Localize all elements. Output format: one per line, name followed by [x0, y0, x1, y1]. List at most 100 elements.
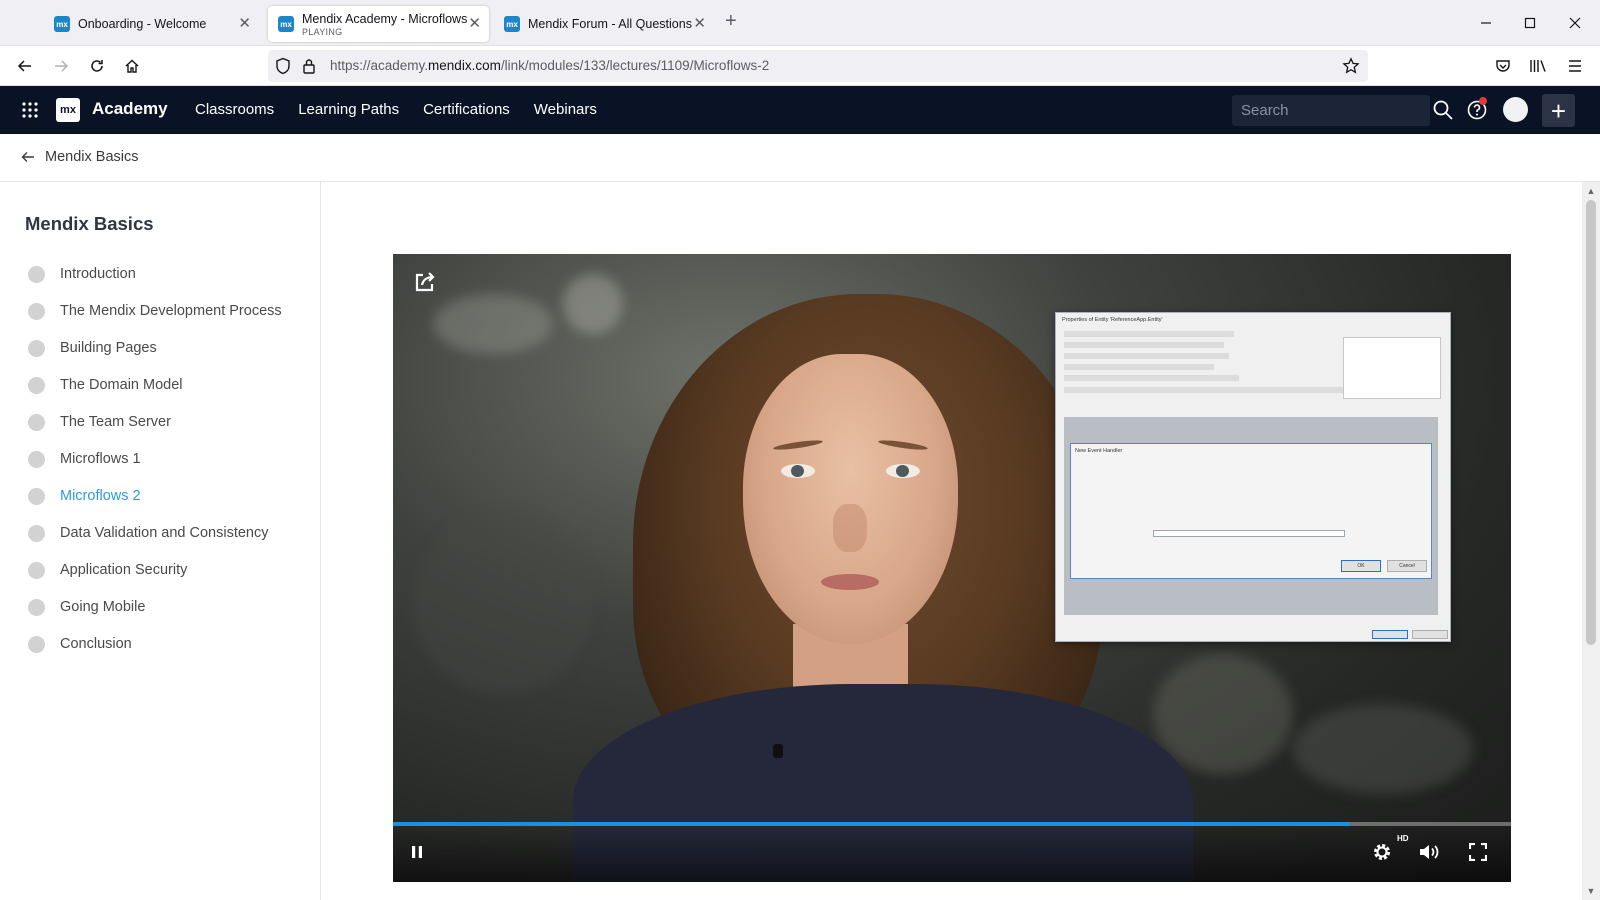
bookmark-star-icon[interactable] [1342, 57, 1360, 80]
course-title: Mendix Basics [25, 213, 154, 234]
pause-button[interactable] [404, 839, 430, 865]
sidebar-item-lesson[interactable]: Data Validation and Consistency [28, 522, 269, 544]
lesson-label: Microflows 1 [60, 451, 141, 467]
close-tab-icon[interactable]: ✕ [468, 16, 481, 32]
presenter-face [743, 354, 958, 644]
sidebar-item-lesson[interactable]: Conclusion [28, 633, 132, 655]
mendix-favicon-icon: mx [504, 16, 520, 32]
lesson-status-icon [28, 487, 45, 505]
reload-icon[interactable] [85, 54, 109, 78]
tab-onboarding[interactable]: mx Onboarding - Welcome ✕ [44, 6, 259, 42]
sidebar-item-lesson[interactable]: The Team Server [28, 411, 171, 433]
back-arrow-icon[interactable] [20, 149, 36, 165]
inset-window-title: Properties of Entity 'ReferenceApp.Entit… [1062, 317, 1163, 323]
app-grid-icon[interactable] [20, 100, 40, 120]
close-window-icon[interactable] [1563, 11, 1587, 35]
brand-name[interactable]: Academy [92, 99, 168, 119]
scroll-down-icon[interactable]: ▼ [1586, 886, 1596, 896]
pocket-icon[interactable] [1491, 54, 1515, 78]
mendix-logo[interactable]: mx [56, 98, 80, 122]
address-bar[interactable]: https://academy.mendix.com/link/modules/… [268, 50, 1368, 82]
tab-mendix-forum[interactable]: mx Mendix Forum - All Questions ✕ [494, 6, 714, 42]
close-tab-icon[interactable]: ✕ [693, 16, 706, 32]
main-nav: Classrooms Learning Paths Certifications… [195, 101, 597, 118]
lapel-mic [773, 744, 783, 758]
lesson-label: Going Mobile [60, 599, 146, 615]
lesson-label: The Team Server [60, 414, 171, 430]
volume-button[interactable] [1417, 839, 1443, 865]
scroll-up-icon[interactable]: ▲ [1586, 186, 1596, 196]
notification-dot [1479, 97, 1487, 105]
lesson-label: Microflows 2 [60, 488, 141, 504]
lesson-status-icon [28, 339, 45, 357]
page-scrollbar[interactable]: ▲ ▼ [1582, 182, 1600, 900]
add-button[interactable]: + [1542, 94, 1575, 127]
academy-header: mx Academy Classrooms Learning Paths Cer… [0, 86, 1600, 134]
lock-icon[interactable] [302, 57, 316, 80]
lesson-status-icon [28, 561, 45, 579]
scrollbar-thumb[interactable] [1586, 200, 1596, 645]
volume-icon [1420, 845, 1439, 859]
browser-tab-bar: mx Onboarding - Welcome ✕ mx Mendix Acad… [0, 0, 1600, 46]
breadcrumb: Mendix Basics [0, 134, 1600, 182]
pause-icon [412, 846, 422, 858]
inset-dialog-title: New Event Handler [1075, 448, 1123, 454]
breadcrumb-link[interactable]: Mendix Basics [45, 149, 138, 165]
video-controls: HD [393, 826, 1511, 882]
nav-certifications[interactable]: Certifications [423, 101, 510, 118]
lesson-status-icon [28, 635, 45, 653]
lesson-status-icon [28, 265, 45, 283]
nav-classrooms[interactable]: Classrooms [195, 101, 274, 118]
gear-icon [1374, 844, 1390, 860]
lesson-status-icon [28, 302, 45, 320]
fullscreen-button[interactable] [1465, 839, 1491, 865]
minimize-icon[interactable] [1474, 11, 1498, 35]
inset-cancel-button: Cancel [1387, 560, 1427, 572]
nav-learning-paths[interactable]: Learning Paths [298, 101, 399, 118]
mendix-favicon-icon: mx [54, 16, 70, 32]
lesson-label: Data Validation and Consistency [60, 525, 269, 541]
back-icon[interactable] [13, 54, 37, 78]
lesson-status-icon [28, 524, 45, 542]
sidebar-item-lesson[interactable]: Building Pages [28, 337, 157, 359]
sidebar-item-lesson[interactable]: Going Mobile [28, 596, 145, 618]
nav-webinars[interactable]: Webinars [534, 101, 597, 118]
fullscreen-icon [1469, 843, 1487, 861]
video-player[interactable]: Properties of Entity 'ReferenceApp.Entit… [393, 254, 1511, 882]
search-icon[interactable] [1432, 99, 1454, 121]
lesson-label: Introduction [60, 266, 136, 282]
lesson-label: The Domain Model [60, 377, 183, 393]
mendix-favicon-icon: mx [278, 16, 294, 32]
tab-playing-label: PLAYING [302, 26, 343, 37]
close-tab-icon[interactable]: ✕ [238, 16, 251, 32]
inset-ok-button: OK [1341, 560, 1381, 572]
settings-button[interactable] [1369, 839, 1395, 865]
tab-mendix-academy[interactable]: mx Mendix Academy - Microflows PLAYING ✕ [268, 6, 489, 42]
forward-icon[interactable] [49, 54, 73, 78]
shield-icon[interactable] [275, 57, 291, 80]
search-input[interactable] [1232, 95, 1430, 126]
sidebar-item-lesson[interactable]: Microflows 2 [28, 485, 141, 507]
sidebar-item-lesson[interactable]: Microflows 1 [28, 448, 141, 470]
lesson-label: Conclusion [60, 636, 132, 652]
url-text[interactable]: https://academy.mendix.com/link/modules/… [330, 58, 769, 73]
lesson-label: Application Security [60, 562, 188, 578]
menu-icon[interactable] [1563, 54, 1587, 78]
sidebar-item-lesson[interactable]: Introduction [28, 263, 136, 285]
share-icon[interactable] [411, 268, 439, 296]
home-icon[interactable] [120, 54, 144, 78]
maximize-icon[interactable] [1518, 11, 1542, 35]
lesson-status-icon [28, 450, 45, 468]
library-icon[interactable] [1526, 54, 1550, 78]
sidebar-item-lesson[interactable]: The Mendix Development Process [28, 300, 282, 322]
video-inset-window: Properties of Entity 'ReferenceApp.Entit… [1055, 312, 1451, 642]
course-sidebar: Mendix Basics Introduction The Mendix Dev… [0, 182, 321, 900]
sidebar-item-lesson[interactable]: The Domain Model [28, 374, 183, 396]
new-tab-icon[interactable]: + [725, 11, 737, 31]
lesson-label: Building Pages [60, 340, 157, 356]
hd-badge: HD [1397, 834, 1409, 843]
sidebar-item-lesson[interactable]: Application Security [28, 559, 187, 581]
lesson-status-icon [28, 376, 45, 394]
avatar[interactable] [1503, 97, 1528, 122]
lesson-status-icon [28, 598, 45, 616]
